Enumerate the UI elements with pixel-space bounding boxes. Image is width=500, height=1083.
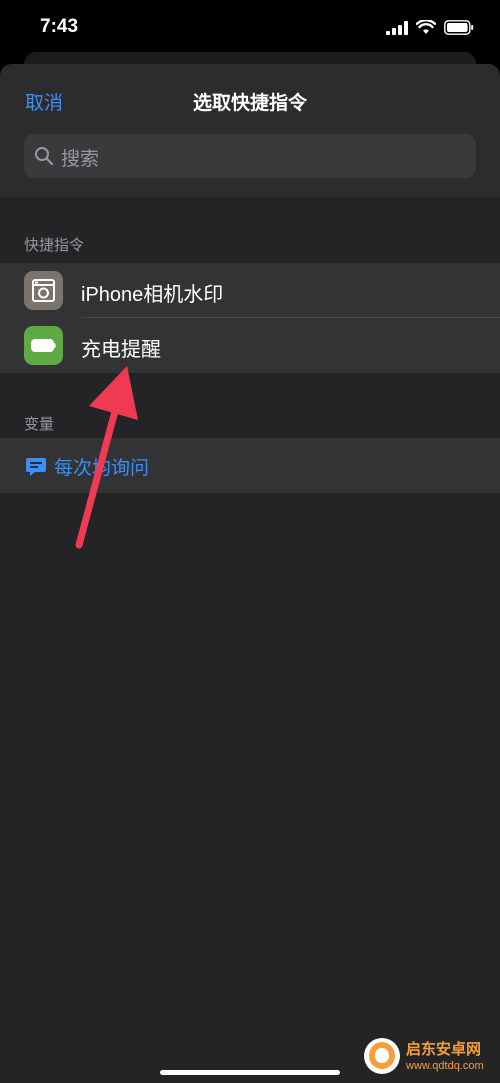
variable-row-ask-each-time[interactable]: 每次均询问 [0, 438, 500, 493]
shortcut-label: iPhone相机水印 [81, 284, 224, 306]
search-placeholder: 搜索 [61, 149, 100, 170]
speech-bubble-icon [26, 457, 46, 476]
shortcut-row-charging-reminder[interactable]: 充电提醒 [0, 318, 500, 373]
watermark-url: www.qdtdq.com [406, 1060, 484, 1072]
status-icons [386, 20, 474, 35]
watermark-logo-icon [364, 1038, 400, 1074]
search-icon [35, 147, 54, 166]
variable-chip[interactable]: 每次均询问 [24, 453, 149, 480]
shortcut-label: 充电提醒 [81, 339, 161, 361]
site-watermark: 启东安卓网 www.qdtdq.com [360, 1026, 500, 1083]
sheet-title: 选取快捷指令 [192, 93, 307, 114]
shortcut-row-camera-watermark[interactable]: iPhone相机水印 [0, 263, 500, 318]
search-input[interactable]: 搜索 [24, 134, 476, 178]
section-header-shortcuts: 快捷指令 [24, 237, 85, 254]
home-indicator [160, 1070, 340, 1075]
nav-header: 取消 选取快捷指令 搜索 [0, 64, 500, 197]
shortcut-picker-sheet: 取消 选取快捷指令 搜索 快捷指令 iPhone相机水印 充电提醒 变量 每次均… [0, 64, 500, 1083]
section-header-variables: 变量 [24, 416, 55, 433]
status-bar: 7:43 [0, 0, 500, 60]
variable-label: 每次均询问 [54, 458, 150, 479]
battery-icon [24, 326, 63, 365]
wifi-icon [416, 20, 436, 34]
cellular-signal-icon [386, 20, 408, 35]
watermark-text: 启东安卓网 [406, 1041, 482, 1058]
status-time: 7:43 [40, 16, 79, 37]
camera-icon [24, 271, 63, 310]
battery-status-icon [444, 20, 474, 35]
